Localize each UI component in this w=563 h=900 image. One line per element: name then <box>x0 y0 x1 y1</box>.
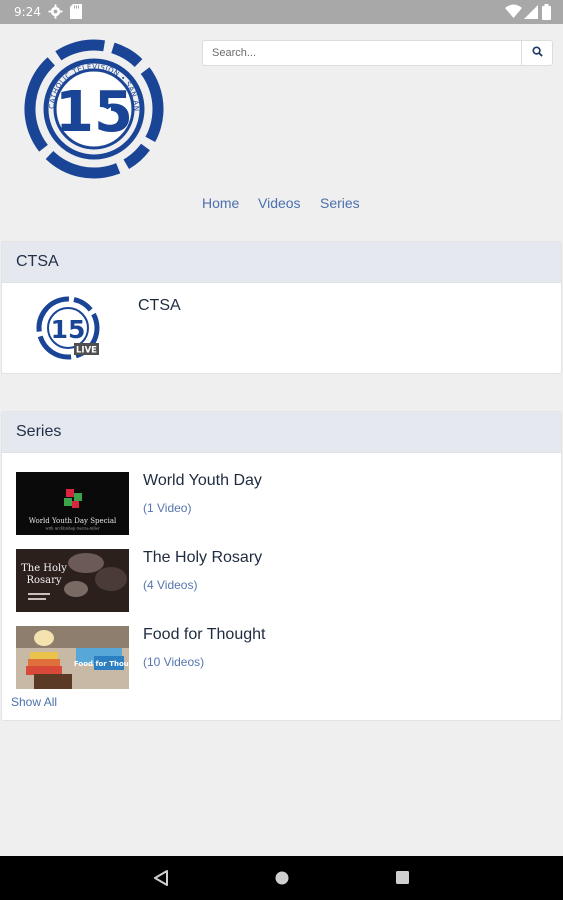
search-button[interactable] <box>521 41 552 65</box>
search-bar <box>202 40 553 66</box>
nav-home-link[interactable]: Home <box>202 195 239 211</box>
svg-text:The Holy: The Holy <box>21 563 67 574</box>
svg-text:with Archbishop Garcia-Siller: with Archbishop Garcia-Siller <box>46 527 100 531</box>
status-bar: 9:24 <box>0 0 563 24</box>
ctsa-logo[interactable]: 15 CATHOLIC TELEVISION • SAN ANTONIO <box>9 31 177 182</box>
series-title[interactable]: Food for Thought <box>143 626 265 644</box>
series-thumbnail[interactable]: World Youth Day Special with Archbishop … <box>16 472 129 535</box>
series-item-food-for-thought[interactable]: Food for Thought Food for Thought (10 Vi… <box>16 626 556 690</box>
series-video-count: (1 Video) <box>143 501 192 515</box>
series-thumbnail[interactable]: The Holy Rosary <box>16 549 129 612</box>
ctsa-panel: CTSA 15 LIVE CTSA <box>1 241 562 374</box>
series-item-holy-rosary[interactable]: The Holy Rosary The Holy Rosary (4 Video… <box>16 549 556 613</box>
series-title[interactable]: World Youth Day <box>143 472 262 490</box>
ctsa-panel-heading: CTSA <box>2 242 561 283</box>
svg-text:LIVE: LIVE <box>76 346 97 356</box>
svg-text:Food for Thought: Food for Thought <box>74 660 129 668</box>
series-thumbnail[interactable]: Food for Thought <box>16 626 129 689</box>
series-video-count: (10 Videos) <box>143 655 205 669</box>
search-input[interactable] <box>203 41 521 65</box>
show-all-link[interactable]: Show All <box>11 695 57 709</box>
wifi-icon <box>505 4 522 22</box>
gear-icon <box>48 4 63 22</box>
signal-icon <box>524 4 538 22</box>
sd-card-icon <box>70 4 82 22</box>
home-icon[interactable] <box>274 870 290 891</box>
battery-icon <box>542 4 551 23</box>
series-item-world-youth-day[interactable]: World Youth Day Special with Archbishop … <box>16 472 556 536</box>
svg-text:15: 15 <box>51 315 86 344</box>
nav-series-link[interactable]: Series <box>320 195 360 211</box>
search-icon <box>531 44 543 62</box>
svg-text:World Youth Day Special: World Youth Day Special <box>29 517 117 525</box>
recents-icon[interactable] <box>395 870 410 890</box>
ctsa-live-thumbnail[interactable]: 15 LIVE <box>30 295 106 361</box>
nav-videos-link[interactable]: Videos <box>258 195 301 211</box>
svg-text:Rosary: Rosary <box>26 575 61 586</box>
system-navigation-bar <box>0 856 563 900</box>
series-video-count: (4 Videos) <box>143 578 198 592</box>
status-time: 9:24 <box>14 5 41 19</box>
series-panel-heading: Series <box>2 412 561 453</box>
series-title[interactable]: The Holy Rosary <box>143 549 262 567</box>
back-icon[interactable] <box>154 870 168 891</box>
ctsa-item-title[interactable]: CTSA <box>138 297 181 315</box>
series-panel: Series World Youth Day Special with Arch… <box>1 411 562 721</box>
